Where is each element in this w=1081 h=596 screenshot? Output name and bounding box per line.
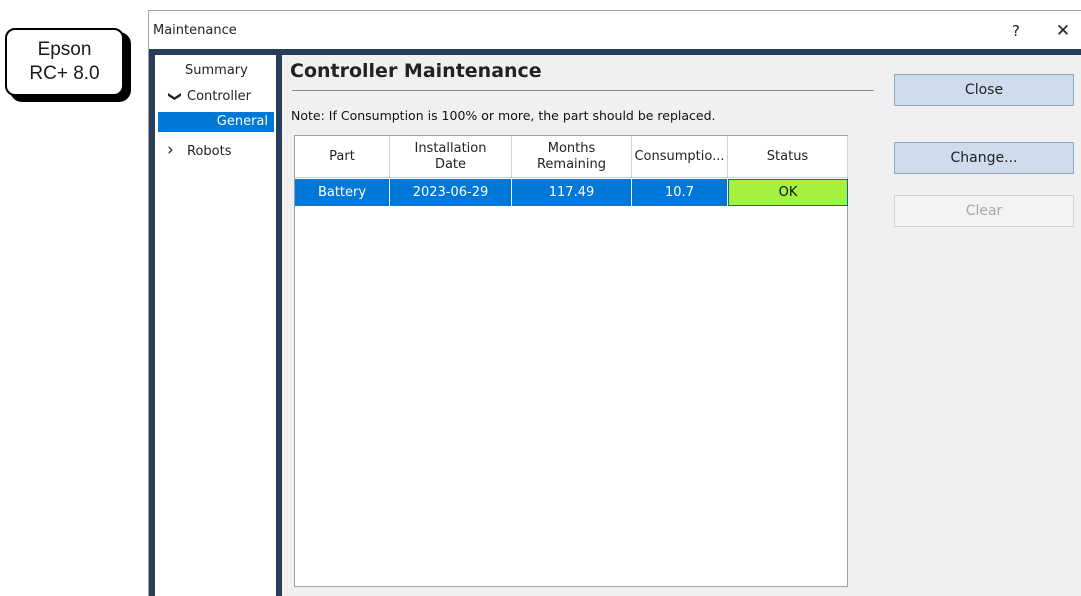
grid-header-row: Part Installation Date Months Remaining … — [295, 136, 848, 178]
column-header-remaining-label: Remaining — [536, 156, 607, 172]
close-button[interactable]: Close — [894, 74, 1074, 106]
chevron-right-icon[interactable]: › — [167, 140, 187, 160]
close-window-button[interactable]: ✕ — [1049, 19, 1077, 43]
column-header-status[interactable]: Status — [728, 136, 848, 178]
column-header-installation-label: Installation — [414, 140, 487, 156]
callout-line-product: Epson — [37, 39, 92, 60]
column-header-date-label: Date — [434, 156, 467, 172]
clear-button[interactable]: Clear — [894, 195, 1074, 227]
column-header-consumption[interactable]: Consumptio... — [632, 136, 728, 178]
version-callout: Epson RC+ 8.0 — [5, 28, 124, 96]
main-panel: Controller Maintenance Note: If Consumpt… — [282, 55, 1081, 596]
title-bar: Maintenance ? ✕ — [149, 10, 1081, 49]
tree-item-robots[interactable]: › Robots — [167, 140, 231, 160]
cell-installation-date[interactable]: 2023-06-29 — [390, 179, 512, 206]
column-header-consumption-label: Consumptio... — [634, 148, 725, 164]
navigation-tree: Summary ❯ Controller General › Robots — [155, 55, 276, 596]
maintenance-grid[interactable]: Part Installation Date Months Remaining … — [294, 135, 848, 587]
change-button[interactable]: Change... — [894, 142, 1074, 174]
tree-item-general-label: General — [216, 114, 268, 129]
maintenance-dialog: Maintenance ? ✕ Summary ❯ Controller Gene… — [148, 10, 1081, 596]
replacement-note: Note: If Consumption is 100% or more, th… — [291, 108, 716, 123]
tree-item-controller[interactable]: ❯ Controller — [167, 87, 251, 107]
column-header-part[interactable]: Part — [295, 136, 390, 178]
tree-item-summary[interactable]: Summary — [185, 61, 248, 81]
column-header-months-remaining[interactable]: Months Remaining — [512, 136, 632, 178]
window-title: Maintenance — [153, 23, 237, 38]
page-title: Controller Maintenance — [290, 60, 542, 82]
table-row[interactable]: Battery 2023-06-29 117.49 10.7 OK — [295, 179, 848, 206]
help-button[interactable]: ? — [1002, 19, 1030, 43]
title-divider — [292, 90, 874, 91]
tree-item-robots-label: Robots — [187, 144, 232, 159]
column-header-status-label: Status — [766, 148, 809, 164]
cell-status[interactable]: OK — [728, 179, 848, 206]
tree-item-general[interactable]: General — [158, 112, 274, 132]
column-header-installation-date[interactable]: Installation Date — [390, 136, 512, 178]
cell-months-remaining[interactable]: 117.49 — [512, 179, 632, 206]
column-header-part-label: Part — [329, 148, 355, 164]
callout-line-version: RC+ 8.0 — [29, 63, 100, 84]
tree-item-controller-label: Controller — [187, 89, 251, 104]
tree-item-summary-label: Summary — [185, 63, 248, 78]
column-header-months-label: Months — [547, 140, 596, 156]
cell-consumption[interactable]: 10.7 — [632, 179, 728, 206]
chevron-down-icon[interactable]: ❯ — [164, 91, 184, 105]
cell-part[interactable]: Battery — [295, 179, 390, 206]
